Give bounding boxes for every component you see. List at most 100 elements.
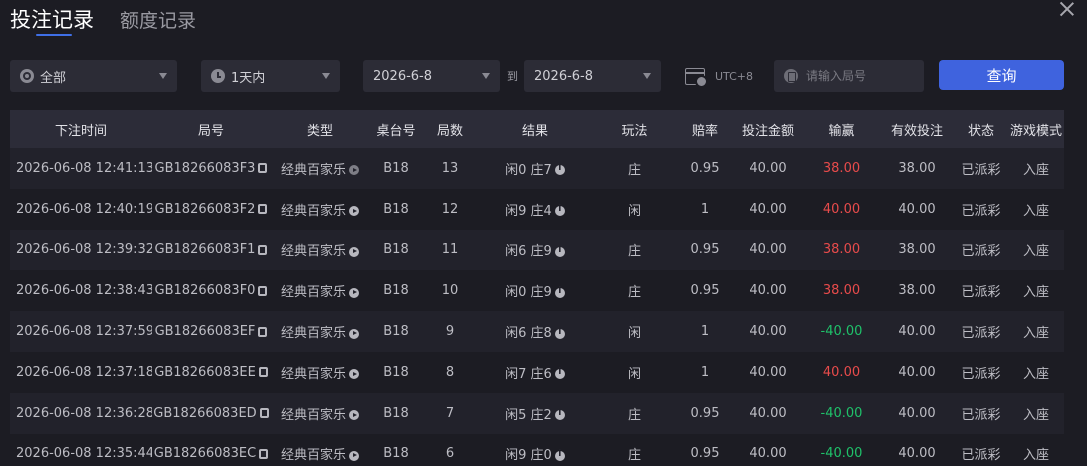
- chevron-down-icon: [159, 73, 167, 79]
- column-header: 赔率: [691, 123, 718, 139]
- play-replay-icon[interactable]: [349, 165, 359, 176]
- play-replay-icon[interactable]: [349, 287, 359, 298]
- game-result: 闲7 庄6: [505, 366, 552, 382]
- round-number-input[interactable]: [806, 69, 916, 83]
- play-replay-icon[interactable]: [349, 328, 359, 339]
- info-icon[interactable]: [554, 245, 565, 257]
- copy-icon[interactable]: [258, 285, 268, 296]
- result-cell: 闲9 庄4: [478, 189, 592, 230]
- tab-bet-records[interactable]: 投注记录: [10, 4, 94, 34]
- table-number: B18: [383, 364, 409, 380]
- bet-type: 闲: [627, 326, 641, 342]
- table-number: B18: [383, 242, 409, 258]
- table-row: 2026-06-08 12:38:43 GB18266083F0 经典百家乐 B18 1…: [10, 270, 1064, 312]
- bet-type: 庄: [627, 407, 641, 423]
- win-loss: 38.00: [822, 160, 861, 176]
- info-icon[interactable]: [554, 327, 565, 339]
- table-row: 2026-06-08 12:37:59 GB18266083EF 经典百家乐 B18 9…: [10, 311, 1064, 352]
- date-to-select[interactable]: 2026-6-8: [524, 60, 661, 92]
- chevron-down-icon: [322, 73, 330, 79]
- column-header: 输赢: [828, 123, 855, 139]
- bet-records-table: 下注时间 局号 类型 桌台号 局数 结果 玩法 赔率 投注金额 输赢 有效投注 …: [10, 110, 1064, 466]
- play-replay-icon[interactable]: [349, 450, 359, 461]
- period-select[interactable]: 1天内: [201, 60, 340, 92]
- valid-bet: 40.00: [898, 446, 936, 462]
- info-icon[interactable]: [554, 408, 565, 421]
- odds: 0.95: [690, 160, 720, 176]
- result-cell: 闲0 庄7: [478, 148, 592, 189]
- game-type: 经典百家乐: [280, 203, 346, 219]
- info-icon[interactable]: [554, 286, 565, 298]
- result-cell: 闲6 庄8: [478, 311, 592, 352]
- calendar-timezone-icon[interactable]: [685, 68, 708, 88]
- query-button[interactable]: 查询: [939, 60, 1064, 90]
- win-loss: 40.00: [822, 364, 861, 380]
- game-mode: 入座: [1022, 162, 1049, 178]
- win-loss: 40.00: [822, 201, 861, 217]
- column-header: 投注金额: [741, 123, 794, 139]
- valid-bet: 40.00: [898, 405, 936, 421]
- game-number: 11: [441, 242, 459, 258]
- round-number: GB18266083F3: [154, 160, 256, 176]
- round-number: GB18266083EF: [154, 324, 256, 340]
- column-header: 玩法: [621, 123, 648, 139]
- globe-icon: [20, 69, 34, 83]
- table-row: 2026-06-08 12:36:28 GB18266083ED 经典百家乐 B18 7…: [10, 392, 1064, 434]
- info-icon[interactable]: [554, 204, 565, 217]
- column-header: 局数: [436, 123, 463, 139]
- info-icon[interactable]: [554, 449, 565, 461]
- round-cell: GB18266083F0: [152, 270, 270, 311]
- scope-select[interactable]: 全部: [10, 60, 177, 92]
- date-range-separator: 到: [507, 70, 518, 83]
- scope-value: 全部: [40, 70, 67, 86]
- play-replay-icon[interactable]: [349, 410, 359, 421]
- chevron-down-icon: [482, 73, 490, 79]
- copy-icon[interactable]: [258, 326, 268, 337]
- active-tab-underline: [36, 34, 72, 36]
- game-result: 闲5 庄2: [505, 407, 552, 423]
- game-mode: 入座: [1022, 203, 1049, 219]
- column-header: 类型: [306, 123, 333, 139]
- table-body: 2026-06-08 12:41:13 GB18266083F3 经典百家乐 B18 1…: [10, 148, 1064, 466]
- bet-amount: 40.00: [749, 201, 787, 217]
- tab-credit-records[interactable]: 额度记录: [120, 6, 196, 33]
- status: 已派彩: [961, 407, 1001, 423]
- round-number: GB18266083F2: [154, 201, 256, 217]
- copy-icon[interactable]: [258, 367, 268, 378]
- play-replay-icon[interactable]: [349, 369, 359, 380]
- close-icon[interactable]: [1056, 0, 1078, 20]
- date-from-select[interactable]: 2026-6-8: [363, 60, 500, 92]
- status: 已派彩: [961, 326, 1001, 342]
- win-loss: 38.00: [822, 283, 861, 299]
- game-result: 闲9 庄0: [505, 448, 552, 464]
- type-cell: 经典百家乐: [270, 230, 370, 271]
- info-icon[interactable]: [554, 367, 565, 380]
- period-value: 1天内: [231, 70, 266, 86]
- round-cell: GB18266083ED: [152, 393, 270, 434]
- result-cell: 闲9 庄0: [478, 434, 592, 466]
- date-from-value: 2026-6-8: [373, 68, 433, 84]
- bet-amount: 40.00: [749, 446, 787, 462]
- copy-icon[interactable]: [258, 163, 268, 174]
- copy-icon[interactable]: [258, 204, 268, 215]
- game-type: 经典百家乐: [280, 244, 346, 260]
- play-replay-icon[interactable]: [349, 246, 359, 257]
- bet-type: 庄: [627, 285, 641, 301]
- bet-type: 闲: [627, 366, 641, 382]
- bet-time: 2026-06-08 12:39:32: [16, 242, 152, 258]
- copy-icon[interactable]: [259, 448, 269, 459]
- play-replay-icon[interactable]: [349, 206, 359, 217]
- game-result: 闲6 庄9: [505, 244, 552, 260]
- copy-icon[interactable]: [259, 408, 269, 419]
- status: 已派彩: [961, 448, 1001, 464]
- game-result: 闲9 庄4: [505, 203, 552, 219]
- game-type: 经典百家乐: [280, 326, 346, 342]
- status: 已派彩: [961, 285, 1001, 301]
- win-loss: -40.00: [820, 446, 863, 462]
- game-number: 6: [445, 446, 455, 462]
- win-loss: 38.00: [822, 242, 861, 258]
- odds: 1: [700, 201, 710, 217]
- valid-bet: 38.00: [898, 242, 936, 258]
- info-icon[interactable]: [554, 163, 565, 176]
- copy-icon[interactable]: [258, 244, 268, 255]
